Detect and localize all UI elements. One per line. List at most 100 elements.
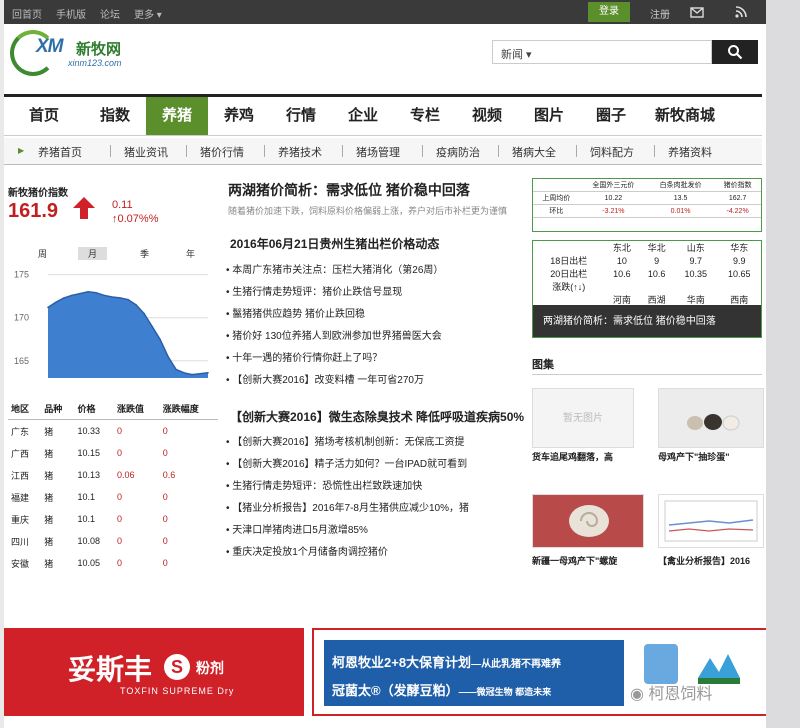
- nav-item[interactable]: 养猪: [146, 97, 208, 135]
- headline[interactable]: 两湖猪价简析：需求低位 猪价稳中回落: [228, 180, 526, 200]
- right-scroll-strip: [766, 0, 800, 728]
- inbox-icon[interactable]: [690, 5, 704, 18]
- index-value: 161.9: [8, 200, 59, 222]
- banner2-line2-main: 冠菌太®（发酵豆粕）: [332, 683, 459, 698]
- search-input[interactable]: 新闻 ▾: [492, 40, 712, 64]
- logo-url: xinm123.com: [68, 58, 122, 68]
- subnav-separator: [264, 145, 265, 157]
- photo-placeholder[interactable]: 暂无图片: [532, 388, 634, 448]
- news-item[interactable]: 天津口岸猪肉进口5月激增85%: [226, 520, 526, 542]
- news-item[interactable]: 生猪行情走势短评：猪价止跌信号显现: [226, 282, 526, 304]
- photo-caption[interactable]: 新疆一母鸡产下"螺旋: [532, 554, 617, 567]
- table-cell: 10.1: [77, 492, 96, 502]
- table-row[interactable]: 广东 猪 10.33 0 0: [8, 420, 218, 443]
- home-link[interactable]: 回首页: [12, 6, 42, 21]
- nav-item[interactable]: 新牧商城: [642, 97, 728, 135]
- table-row[interactable]: 福建 猪 10.1 0 0: [8, 486, 218, 508]
- photo-caption[interactable]: 母鸡产下"抽珍蛋": [658, 450, 730, 463]
- login-button[interactable]: 登录: [588, 2, 630, 22]
- news-item[interactable]: 十年一遇的猪价行情你赶上了吗？: [226, 348, 526, 370]
- table-header-cell: 地区: [8, 398, 42, 420]
- search-button[interactable]: [712, 40, 758, 64]
- nav-item[interactable]: 圈子: [580, 97, 642, 135]
- table-cell: 猪: [44, 470, 54, 481]
- tab-week[interactable]: 周: [38, 247, 47, 260]
- subnav-separator: [342, 145, 343, 157]
- site-logo[interactable]: XM 新牧网 xinm123.com: [10, 24, 140, 80]
- regional-price-table[interactable]: 东北 华北 山东 华东 18日出栏 10 9 9.7 9.9 20日出栏 10.6 10.6 10.35…: [532, 240, 762, 338]
- subnav-item[interactable]: 猪业资讯: [124, 144, 168, 160]
- table-row[interactable]: 江西 猪 10.13 0.06 0.6: [8, 464, 218, 486]
- photo-spiral-egg[interactable]: [532, 494, 644, 548]
- photo-eggs[interactable]: [658, 388, 764, 448]
- subnav-item[interactable]: 养猪技术: [278, 144, 322, 160]
- search-category-select[interactable]: 新闻 ▾: [501, 46, 532, 62]
- forum-link[interactable]: 论坛: [100, 6, 120, 21]
- tab-season[interactable]: 季: [140, 247, 149, 260]
- table-cell: 猪: [44, 426, 54, 437]
- table-row[interactable]: 四川 猪 10.08 0 0: [8, 530, 218, 552]
- table-cell: 华北: [647, 243, 666, 253]
- news-column: 两湖猪价简析：需求低位 猪价稳中回落 随着猪价加速下跌，饲料原料价格偏弱上涨，养…: [226, 176, 526, 564]
- table-header-row: 地区 品种 价格 涨跌值 涨跌幅度: [8, 398, 218, 420]
- table-row[interactable]: 重庆 猪 10.1 0 0: [8, 508, 218, 530]
- table-cell: 猪: [44, 448, 54, 459]
- nav-item[interactable]: 专栏: [394, 97, 456, 135]
- photo-caption[interactable]: 【禽业分析报告】2016: [658, 554, 750, 567]
- register-link[interactable]: 注册: [650, 6, 670, 21]
- mobile-link[interactable]: 手机版: [56, 6, 86, 21]
- nav-item[interactable]: 首页: [4, 97, 84, 135]
- regional-caption[interactable]: 两湖猪价简析：需求低位 猪价稳中回落: [533, 305, 761, 337]
- tab-month[interactable]: 月: [78, 247, 108, 260]
- subnav-item[interactable]: 养猪首页: [38, 144, 82, 160]
- table-row[interactable]: 安徽 猪 10.05 0 0: [8, 552, 218, 574]
- table-row[interactable]: 广西 猪 10.15 0 0: [8, 442, 218, 464]
- chart-ytick: 170: [14, 313, 29, 323]
- table-cell: 9: [654, 255, 660, 266]
- table-cell: 10.6: [613, 268, 631, 279]
- more-link[interactable]: 更多 ▾: [134, 6, 162, 21]
- subnav-item[interactable]: 饲料配方: [590, 144, 634, 160]
- subnav-separator: [110, 145, 111, 157]
- news-item[interactable]: 重庆决定投放1个月储备肉调控猪价: [226, 542, 526, 564]
- news-item[interactable]: 生猪行情走势短评：恐慌性出栏致跌速加快: [226, 476, 526, 498]
- section1-title[interactable]: 2016年06月21日贵州生猪出栏价格动态: [230, 235, 526, 252]
- toxfin-banner[interactable]: 妥斯丰 S 粉剂 TOXFIN SUPREME Dry: [4, 628, 304, 716]
- subnav-item[interactable]: 猪场管理: [356, 144, 400, 160]
- banner1-title: 妥斯丰: [68, 654, 153, 685]
- news-item[interactable]: 猪价好 130位养猪人到欧洲参加世界猪兽医大会: [226, 326, 526, 348]
- news-item[interactable]: 【创新大赛2016】改变料槽 一年可省270万: [226, 370, 526, 392]
- gallery-title: 图集: [532, 359, 554, 371]
- section2-title[interactable]: 【创新大赛2016】微生态除臭技术 降低呼吸道疾病50%: [230, 406, 526, 428]
- price-table: 地区 品种 价格 涨跌值 涨跌幅度 广东猪 10.33 0 0 广西猪 10.15 0 0 江西猪 10.1…: [8, 398, 218, 574]
- nav-item[interactable]: 图片: [518, 97, 580, 135]
- subnav-item[interactable]: 养猪资料: [668, 144, 712, 160]
- subnav-item[interactable]: 疫病防治: [436, 144, 480, 160]
- photo-report[interactable]: [658, 494, 764, 548]
- news-item[interactable]: 【创新大赛2016】猪场考核机制创新：无保底工资提: [226, 432, 526, 454]
- keen-banner[interactable]: 柯恩牧业2+8大保育计划—从此乳猪不再难养 冠菌太®（发酵豆粕）——微冠生物 都…: [312, 628, 772, 716]
- news-item[interactable]: 【创新大赛2016】精子活力如何？一台IPAD就可看到: [226, 454, 526, 476]
- news-list-2: 【创新大赛2016】猪场考核机制创新：无保底工资提【创新大赛2016】精子活力如…: [226, 432, 526, 564]
- rss-icon[interactable]: [734, 5, 748, 18]
- no-image-text: 暂无图片: [563, 413, 603, 424]
- news-item[interactable]: 鬣猪猪供应趋势 猪价止跌回稳: [226, 304, 526, 326]
- subnav-item[interactable]: 猪病大全: [512, 144, 556, 160]
- table-cell: 0.06: [117, 470, 135, 480]
- news-item[interactable]: 【猪业分析报告】2016年7-8月生猪供应减少10%，猪: [226, 498, 526, 520]
- subnav-separator: [422, 145, 423, 157]
- banner2-line1-main: 柯恩牧业2+8大保育计划: [332, 655, 472, 670]
- subnav-item[interactable]: 猪价行情: [200, 144, 244, 160]
- nav-item[interactable]: 企业: [332, 97, 394, 135]
- national-price-table[interactable]: 全国外三元价 白条肉批发价 猪价指数 上周均价 10.22 13.5 162.7 环比 -3.2…: [532, 178, 762, 232]
- banner2-line2-sub: ——微冠生物 都造未来: [458, 687, 552, 697]
- tab-year[interactable]: 年: [186, 247, 195, 260]
- nav-item[interactable]: 视频: [456, 97, 518, 135]
- news-item[interactable]: 本周广东猪市关注点：压栏大猪消化（第26周）: [226, 260, 526, 282]
- nav-item[interactable]: 行情: [270, 97, 332, 135]
- photo-caption[interactable]: 货车追尾鸡翻落，高: [532, 450, 613, 463]
- nav-item[interactable]: 指数: [84, 97, 146, 135]
- chart-point: [63, 297, 65, 299]
- table-cell: 0.6: [162, 470, 176, 480]
- nav-item[interactable]: 养鸡: [208, 97, 270, 135]
